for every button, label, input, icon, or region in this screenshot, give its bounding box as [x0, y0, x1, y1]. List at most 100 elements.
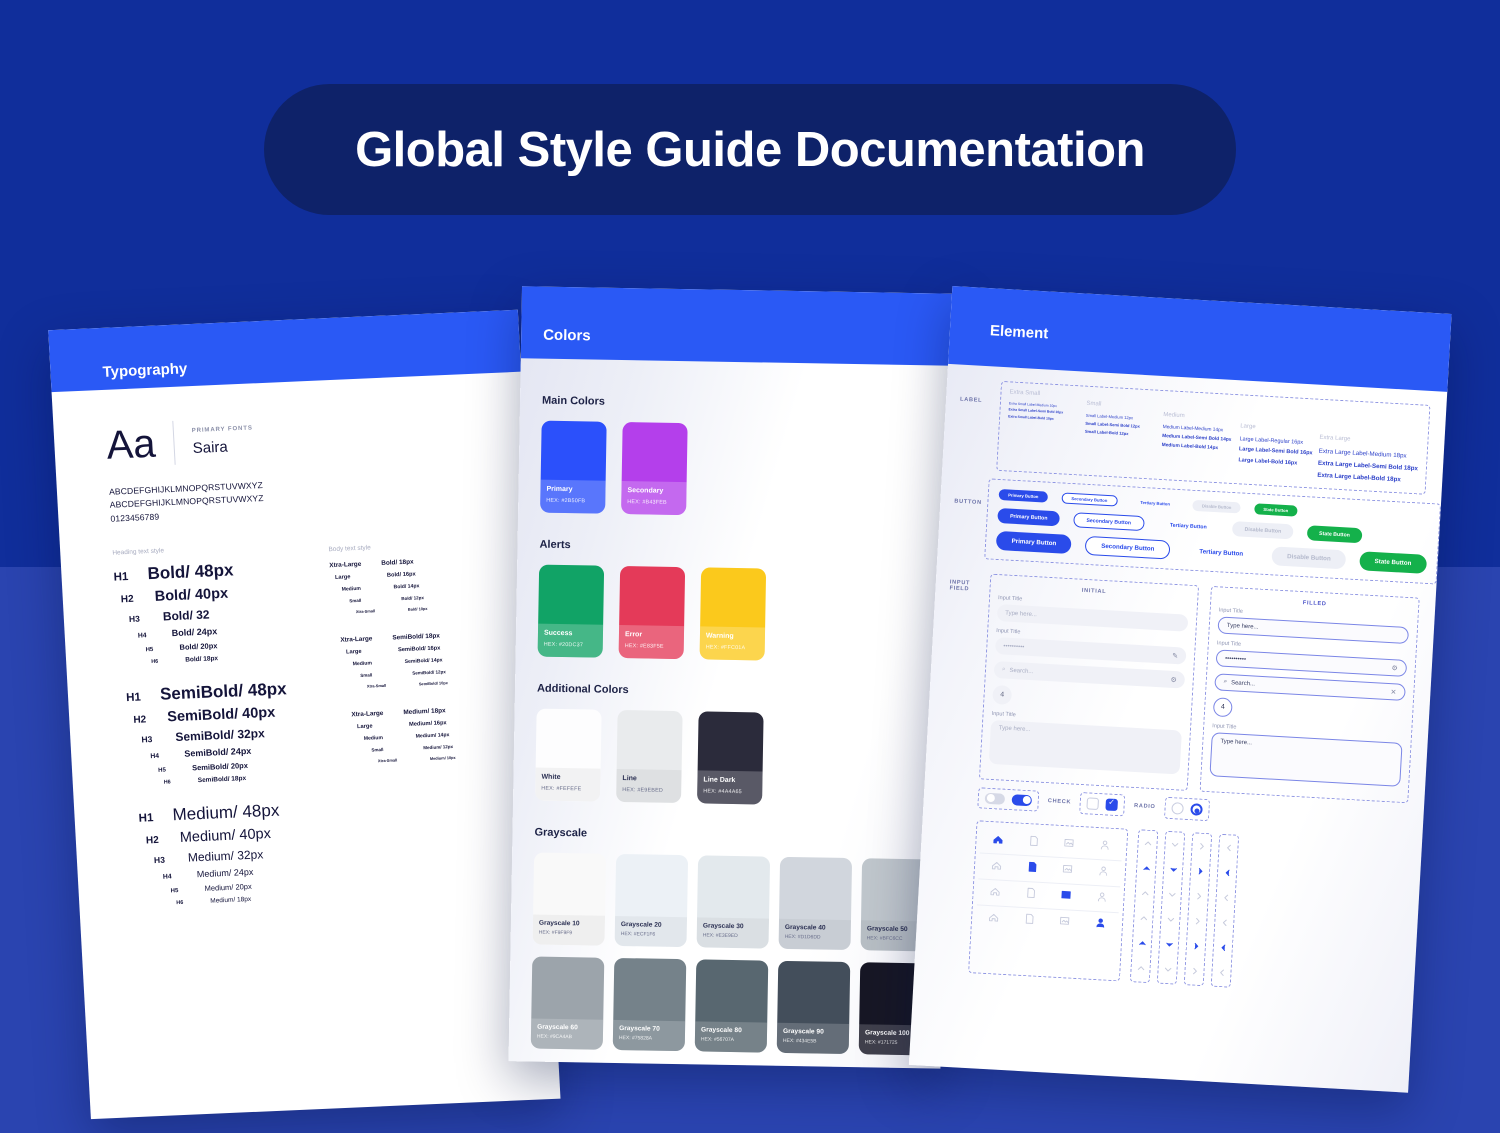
state-button[interactable]: State Button: [1359, 552, 1427, 575]
person-icon[interactable]: [1096, 864, 1110, 883]
grayscale-swatch[interactable]: Grayscale 30HEX: #E3E9ED: [697, 855, 771, 948]
toggle-group[interactable]: [977, 787, 1039, 811]
chevron-down-icon[interactable]: [1164, 936, 1174, 954]
search-input-filled[interactable]: ⌕ Search... ✕: [1214, 674, 1406, 702]
gear-icon[interactable]: ⚙: [1391, 664, 1398, 672]
chevron-down-icon[interactable]: [1165, 911, 1175, 929]
color-swatch[interactable]: SecondaryHEX: #B43FEB: [621, 422, 688, 515]
color-swatch[interactable]: WarningHEX: #FFC01A: [700, 567, 767, 660]
field-textarea-filled[interactable]: Input Title Type here...: [1209, 724, 1403, 788]
chevron-down-icon[interactable]: [1163, 961, 1173, 979]
field-text-filled[interactable]: Input Title Type here...: [1217, 608, 1409, 645]
chevron-up-icon[interactable]: [1136, 960, 1146, 978]
radio-group[interactable]: [1164, 797, 1210, 821]
arrow-columns[interactable]: [1130, 830, 1239, 988]
file-icon[interactable]: [1027, 834, 1041, 853]
grayscale-swatch[interactable]: Grayscale 90HEX: #434E5B: [777, 961, 851, 1054]
color-swatch[interactable]: PrimaryHEX: #2B50FB: [540, 421, 607, 514]
color-swatch[interactable]: Line DarkHEX: #4A4A65: [697, 711, 764, 804]
person-icon[interactable]: [1098, 838, 1112, 857]
checkbox-checked[interactable]: [1106, 799, 1119, 812]
color-swatch[interactable]: LineHEX: #E9EBED: [616, 710, 683, 803]
person-icon[interactable]: [1095, 890, 1109, 909]
grayscale-swatch[interactable]: Grayscale 10HEX: #F9F9F9: [533, 853, 607, 946]
chevron-up-icon[interactable]: [1141, 860, 1151, 878]
home-icon[interactable]: [987, 910, 1001, 929]
grayscale-swatch[interactable]: Grayscale 40HEX: #D1D6DD: [779, 857, 853, 950]
chevron-right-icon[interactable]: [1195, 863, 1205, 881]
primary-button[interactable]: Primary Button: [999, 489, 1048, 503]
checkbox-group[interactable]: [1079, 792, 1125, 816]
chevron-right-icon[interactable]: [1194, 888, 1204, 906]
chevron-up-icon[interactable]: [1137, 935, 1147, 953]
field-search-initial[interactable]: ⌕ Search... ⚙: [994, 661, 1186, 689]
home-icon[interactable]: [991, 832, 1005, 851]
grayscale-swatch[interactable]: Grayscale 80HEX: #56707A: [695, 959, 769, 1052]
colors-sheet[interactable]: Colors Main ColorsPrimaryHEX: #2B50FBSec…: [509, 286, 954, 1068]
checkbox-unchecked[interactable]: [1087, 798, 1100, 811]
color-swatch[interactable]: ErrorHEX: #E83F5E: [619, 566, 686, 659]
home-icon[interactable]: [988, 884, 1002, 903]
secondary-button[interactable]: Secondary Button: [1061, 493, 1118, 507]
chevron-down-icon[interactable]: [1168, 861, 1178, 879]
chevron-right-icon[interactable]: [1192, 913, 1202, 931]
chevron-down-icon[interactable]: [1170, 836, 1180, 854]
radio-selected[interactable]: [1190, 804, 1203, 817]
chevron-left-icon[interactable]: [1216, 964, 1226, 982]
file-icon[interactable]: [1022, 912, 1036, 931]
search-input-ghost[interactable]: ⌕ Search... ⚙: [994, 661, 1186, 689]
number-stepper-ghost[interactable]: 4: [992, 685, 1012, 705]
field-password-initial[interactable]: Input Title •••••••••• ✎: [995, 628, 1187, 665]
chevron-left-icon[interactable]: [1219, 914, 1229, 932]
chevron-left-icon[interactable]: [1221, 889, 1231, 907]
chevron-left-icon[interactable]: [1222, 864, 1232, 882]
radio-unselected[interactable]: [1171, 802, 1184, 815]
chevron-up-icon[interactable]: [1143, 835, 1153, 853]
chevron-right-icon[interactable]: [1196, 838, 1206, 856]
image-icon[interactable]: [1062, 836, 1076, 855]
secondary-button[interactable]: Secondary Button: [1085, 536, 1171, 560]
secondary-button[interactable]: Secondary Button: [1073, 513, 1144, 532]
field-text-initial[interactable]: Input Title Type here...: [997, 595, 1189, 632]
state-button[interactable]: State Button: [1254, 504, 1297, 517]
textarea-ghost[interactable]: Type here...: [989, 720, 1182, 775]
chevron-left-icon[interactable]: [1223, 839, 1233, 857]
tertiary-button[interactable]: Tertiary Button: [1131, 497, 1179, 511]
color-swatch[interactable]: SuccessHEX: #20DC37: [538, 565, 605, 658]
grayscale-swatch[interactable]: Grayscale 20HEX: #ECF1F6: [615, 854, 689, 947]
gear-icon[interactable]: ⚙: [1170, 676, 1177, 684]
image-icon[interactable]: [1061, 862, 1075, 881]
close-icon[interactable]: ✕: [1390, 688, 1396, 696]
tertiary-button[interactable]: Tertiary Button: [1158, 517, 1220, 535]
chevron-up-icon[interactable]: [1140, 885, 1150, 903]
pencil-icon[interactable]: ✎: [1172, 652, 1178, 660]
file-icon[interactable]: [1024, 886, 1038, 905]
toggle-off[interactable]: [985, 793, 1006, 805]
grayscale-swatch[interactable]: Grayscale 70HEX: #75828A: [613, 958, 687, 1051]
textarea-filled[interactable]: Type here...: [1209, 733, 1402, 788]
field-search-filled[interactable]: ⌕ Search... ✕: [1214, 674, 1406, 702]
icon-grid[interactable]: [968, 821, 1128, 982]
person-icon[interactable]: [1093, 916, 1107, 935]
file-icon[interactable]: [1025, 860, 1039, 879]
chevron-up-icon[interactable]: [1138, 910, 1148, 928]
typography-sheet[interactable]: Typography Aa PRIMARY FONTS Saira ABCDEF…: [48, 310, 560, 1119]
state-button[interactable]: State Button: [1307, 526, 1363, 544]
home-icon[interactable]: [990, 858, 1004, 877]
chevron-down-icon[interactable]: [1167, 886, 1177, 904]
field-textarea-initial[interactable]: Input Title Type here...: [989, 711, 1183, 775]
chevron-left-icon[interactable]: [1218, 939, 1228, 957]
primary-button[interactable]: Primary Button: [998, 508, 1060, 526]
number-stepper-filled[interactable]: 4: [1213, 698, 1233, 718]
toggle-on[interactable]: [1012, 794, 1033, 806]
image-icon[interactable]: [1058, 914, 1072, 933]
element-sheet[interactable]: Element LABEL Extra SmallExtra Small Lab…: [909, 286, 1452, 1093]
tertiary-button[interactable]: Tertiary Button: [1184, 542, 1259, 565]
image-icon[interactable]: [1059, 888, 1073, 907]
primary-button[interactable]: Primary Button: [996, 531, 1072, 554]
chevron-right-icon[interactable]: [1189, 963, 1199, 981]
field-password-filled[interactable]: Input Title •••••••••• ⚙: [1216, 641, 1408, 678]
color-swatch[interactable]: WhiteHEX: #FEFEFE: [535, 709, 602, 802]
chevron-right-icon[interactable]: [1191, 938, 1201, 956]
grayscale-swatch[interactable]: Grayscale 60HEX: #9CA4AB: [531, 957, 605, 1050]
